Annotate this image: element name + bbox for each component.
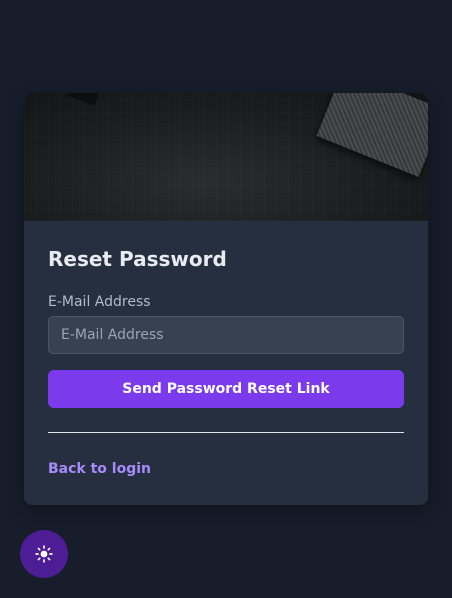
divider [48, 432, 404, 433]
send-reset-link-button[interactable]: Send Password Reset Link [48, 370, 404, 408]
email-label: E-Mail Address [48, 294, 151, 310]
email-input[interactable] [48, 316, 404, 354]
page-title: Reset Password [48, 247, 227, 271]
reset-password-card: Reset Password E-Mail Address Send Passw… [24, 93, 428, 505]
header-image [24, 93, 428, 221]
back-to-login-link[interactable]: Back to login [48, 460, 151, 478]
sun-icon [35, 545, 53, 563]
theme-toggle-button[interactable] [20, 530, 68, 578]
